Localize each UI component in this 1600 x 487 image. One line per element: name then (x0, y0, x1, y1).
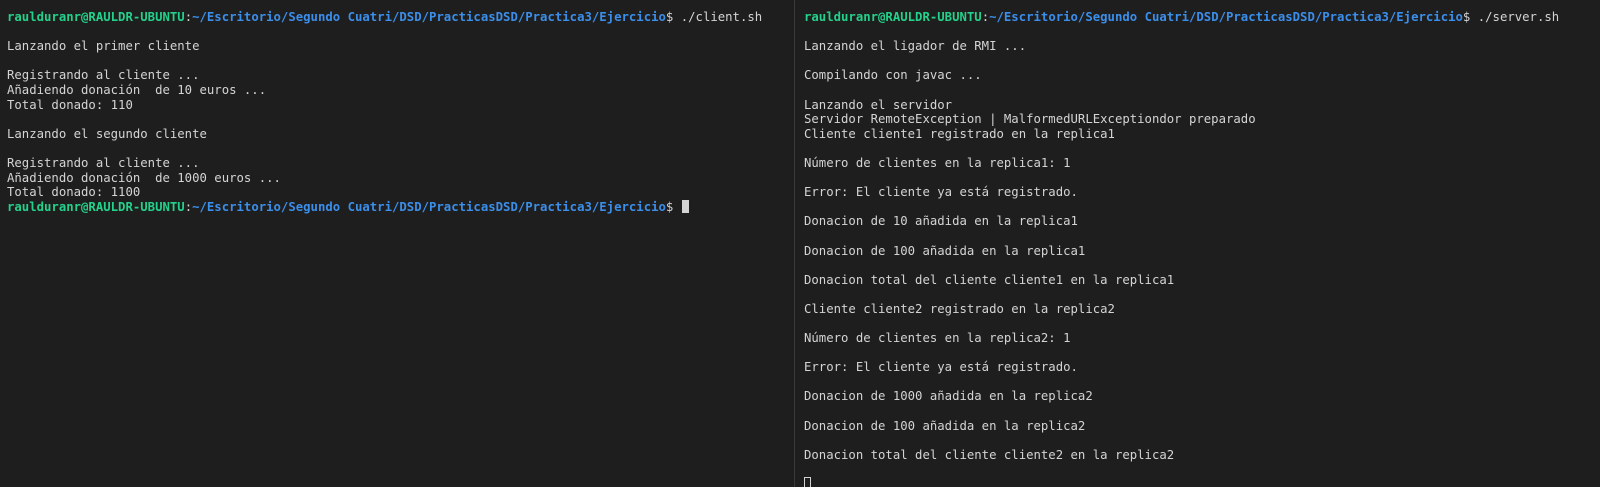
terminal-output: Lanzando el ligador de RMI ... Compilando… (804, 25, 1600, 477)
output-line: Número de clientes en la replica2: 1 (804, 331, 1071, 346)
prompt-colon: : (184, 10, 193, 24)
output-line: Lanzando el servidor (804, 97, 953, 112)
command-text: ./server.sh (1477, 10, 1560, 24)
prompt-colon: : (981, 10, 990, 24)
output-line: Total donado: 110 (7, 97, 133, 112)
output-line: Compilando con javac ... (804, 68, 982, 83)
output-line: Registrando al cliente ... (7, 155, 200, 170)
output-line: Donacion total del cliente cliente2 en l… (804, 447, 1175, 462)
output-line: Error: El cliente ya está registrado. (804, 360, 1078, 375)
cursor-icon (804, 477, 811, 487)
server-terminal-pane[interactable]: raulduranr@RAULDR-UBUNTU:~/Escritorio/Se… (795, 0, 1600, 487)
output-line: Añadiendo donación de 10 euros ... (7, 82, 267, 97)
output-line: Error: El cliente ya está registrado. (804, 185, 1078, 200)
cursor-icon (681, 199, 689, 213)
output-line: Lanzando el primer cliente (7, 39, 200, 54)
output-line: Registrando al cliente ... (7, 68, 200, 83)
client-terminal-pane[interactable]: raulduranr@RAULDR-UBUNTU:~/Escritorio/Se… (0, 0, 794, 487)
output-line: Servidor RemoteException | MalformedURLE… (804, 112, 1256, 127)
prompt-user: raulduranr@RAULDR-UBUNTU (804, 10, 982, 24)
output-line: Donacion de 1000 añadida en la replica2 (804, 389, 1093, 404)
output-line: Cliente cliente1 registrado en la replic… (804, 126, 1115, 141)
prompt-colon: : (184, 199, 193, 214)
prompt-path: ~/Escritorio/Segundo Cuatri/DSD/Practica… (192, 199, 666, 214)
terminal-output: Lanzando el primer cliente Registrando al… (7, 25, 794, 200)
prompt-user: raulduranr@RAULDR-UBUNTU (7, 10, 185, 24)
output-line: Donacion de 100 añadida en la replica2 (804, 418, 1086, 433)
cursor-line[interactable] (804, 477, 1600, 487)
split-terminal: raulduranr@RAULDR-UBUNTU:~/Escritorio/Se… (0, 0, 1600, 487)
command-text: ./client.sh (680, 10, 763, 24)
output-line: Donacion total del cliente cliente1 en l… (804, 272, 1175, 287)
output-line: Añadiendo donación de 1000 euros ... (7, 170, 281, 185)
output-line: Lanzando el ligador de RMI ... (804, 39, 1027, 54)
prompt-path: ~/Escritorio/Segundo Cuatri/DSD/Practica… (192, 10, 666, 24)
output-line: Donacion de 100 añadida en la replica1 (804, 243, 1086, 258)
output-line: Número de clientes en la replica1: 1 (804, 155, 1071, 170)
prompt-symbol: $ (665, 10, 681, 24)
active-prompt-line[interactable]: raulduranr@RAULDR-UBUNTU:~/Escritorio/Se… (7, 199, 794, 215)
prompt-symbol: $ (1462, 10, 1478, 24)
command-line: raulduranr@RAULDR-UBUNTU:~/Escritorio/Se… (804, 10, 1600, 25)
prompt-path: ~/Escritorio/Segundo Cuatri/DSD/Practica… (989, 10, 1463, 24)
output-line: Donacion de 10 añadida en la replica1 (804, 214, 1078, 229)
output-line: Cliente cliente2 registrado en la replic… (804, 301, 1115, 316)
command-line: raulduranr@RAULDR-UBUNTU:~/Escritorio/Se… (7, 10, 794, 25)
output-line: Total donado: 1100 (7, 185, 141, 200)
prompt-symbol: $ (665, 199, 681, 214)
prompt-user: raulduranr@RAULDR-UBUNTU (7, 199, 185, 214)
output-line: Lanzando el segundo cliente (7, 126, 207, 141)
